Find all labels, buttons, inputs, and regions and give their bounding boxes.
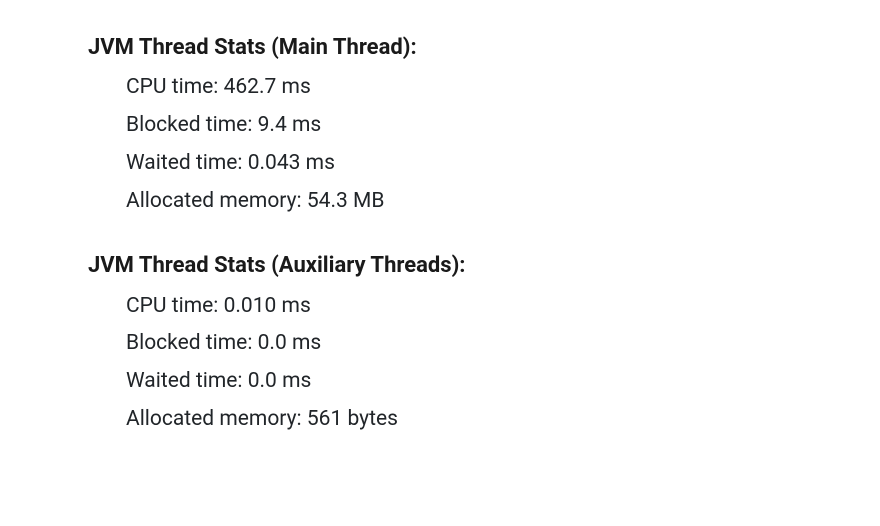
aux-thread-stats-list: CPU time: 0.010 ms Blocked time: 0.0 ms … xyxy=(88,288,880,439)
stat-row-allocated-memory: Allocated memory: 561 bytes xyxy=(126,401,880,439)
aux-thread-heading: JVM Thread Stats (Auxiliary Threads): xyxy=(88,248,880,283)
stat-row-allocated-memory: Allocated memory: 54.3 MB xyxy=(126,183,880,221)
stat-row-cpu-time: CPU time: 462.7 ms xyxy=(126,69,880,107)
stat-label: CPU time: xyxy=(126,294,224,318)
stat-value: 0.010 ms xyxy=(224,294,311,318)
stat-label: Waited time: xyxy=(126,369,248,393)
stat-value: 0.0 ms xyxy=(258,331,322,355)
stat-label: CPU time: xyxy=(126,75,224,99)
stat-row-waited-time: Waited time: 0.0 ms xyxy=(126,363,880,401)
stat-value: 462.7 ms xyxy=(224,75,311,99)
stat-value: 9.4 ms xyxy=(258,113,322,137)
stat-value: 561 bytes xyxy=(307,407,398,431)
stat-label: Blocked time: xyxy=(126,331,258,355)
stat-label: Blocked time: xyxy=(126,113,258,137)
stat-row-cpu-time: CPU time: 0.010 ms xyxy=(126,288,880,326)
stat-value: 0.0 ms xyxy=(248,369,312,393)
aux-thread-stats-section: JVM Thread Stats (Auxiliary Threads): CP… xyxy=(88,248,880,438)
stat-label: Allocated memory: xyxy=(126,189,307,213)
stat-label: Waited time: xyxy=(126,151,248,175)
main-thread-stats-list: CPU time: 462.7 ms Blocked time: 9.4 ms … xyxy=(88,69,880,220)
main-thread-stats-section: JVM Thread Stats (Main Thread): CPU time… xyxy=(88,30,880,220)
stat-row-blocked-time: Blocked time: 9.4 ms xyxy=(126,107,880,145)
stat-label: Allocated memory: xyxy=(126,407,307,431)
stat-row-blocked-time: Blocked time: 0.0 ms xyxy=(126,325,880,363)
stat-row-waited-time: Waited time: 0.043 ms xyxy=(126,145,880,183)
main-thread-heading: JVM Thread Stats (Main Thread): xyxy=(88,30,880,65)
stat-value: 0.043 ms xyxy=(248,151,335,175)
stat-value: 54.3 MB xyxy=(307,189,385,213)
